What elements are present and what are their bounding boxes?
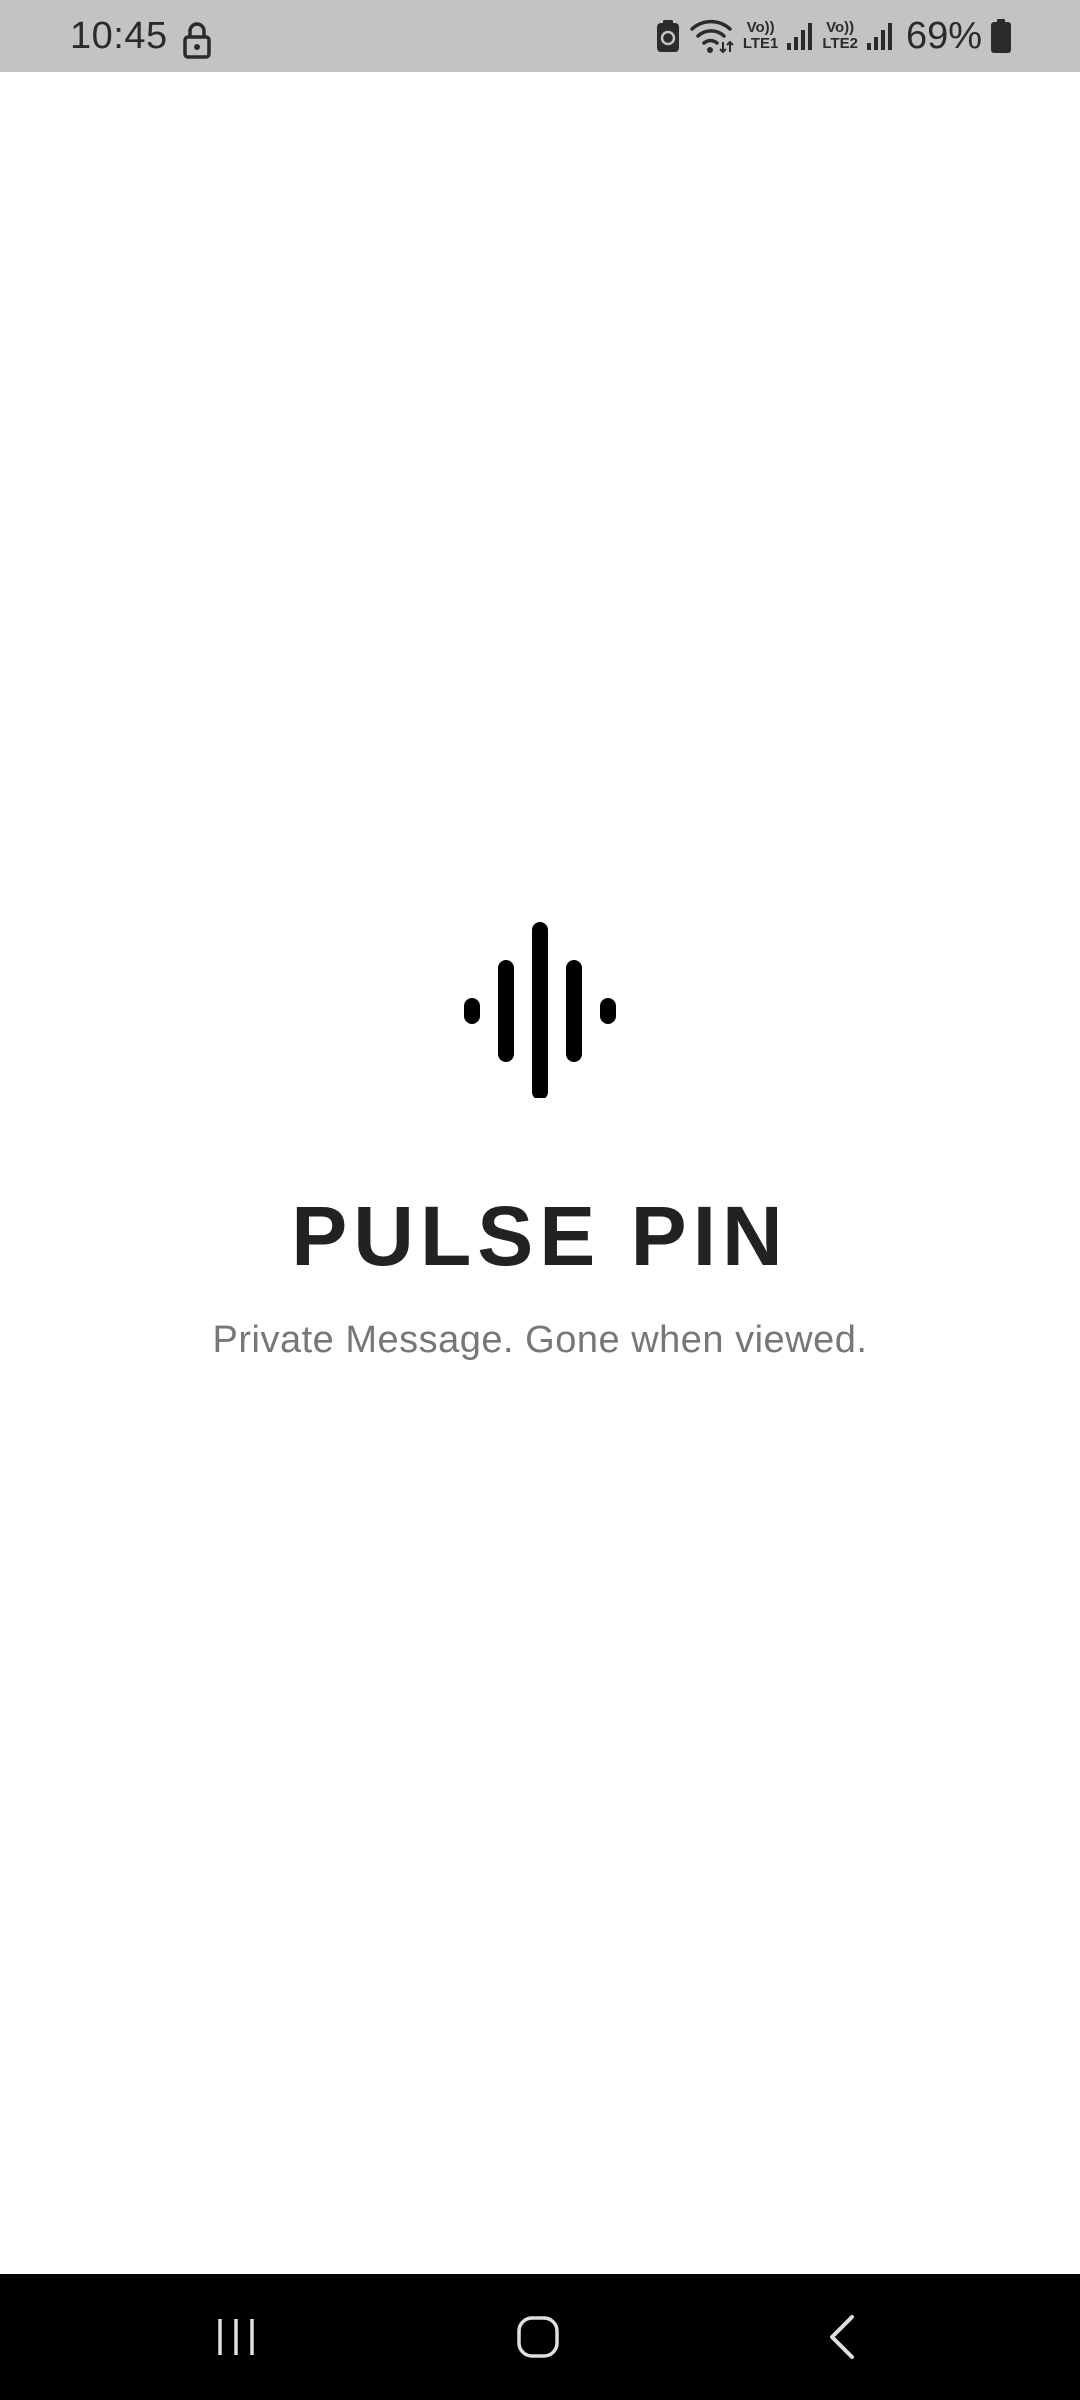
back-icon [830,2315,854,2359]
network-1-label: Vo)) LTE1 [743,20,779,52]
recent-apps-button[interactable] [176,2294,296,2380]
splash-screen: 10:45 Vo)) LTE1 Vo)) LTE2 69% PULSE PIN … [0,0,1080,2400]
home-icon [517,2316,559,2358]
status-icons: Vo)) LTE1 Vo)) LTE2 69% [655,14,1012,58]
status-time: 10:45 [70,15,168,57]
back-button[interactable] [782,2294,902,2380]
battery-saver-icon [656,20,679,52]
signal-icon [866,23,892,50]
battery-icon [991,19,1011,53]
signal-icon [787,23,813,50]
network-2-bottom: LTE2 [822,35,858,52]
wifi-icon [690,19,734,54]
network-1-bottom: LTE1 [742,35,779,52]
navigation-bar [0,2274,1080,2400]
network-1-top: Vo)) [746,19,775,36]
recent-apps-icon [218,2319,254,2355]
network-2-label: Vo)) LTE2 [822,20,858,52]
home-button[interactable] [478,2294,598,2380]
status-bar: 10:45 Vo)) LTE1 Vo)) LTE2 69% [0,0,1080,72]
lock-icon [183,22,211,59]
app-tagline: Private Message. Gone when viewed. [212,1319,868,1361]
app-title: PULSE PIN [291,1189,789,1283]
network-2-top: Vo)) [826,19,855,36]
battery-percent: 69% [905,15,982,57]
sound-wave-icon [464,922,616,1098]
